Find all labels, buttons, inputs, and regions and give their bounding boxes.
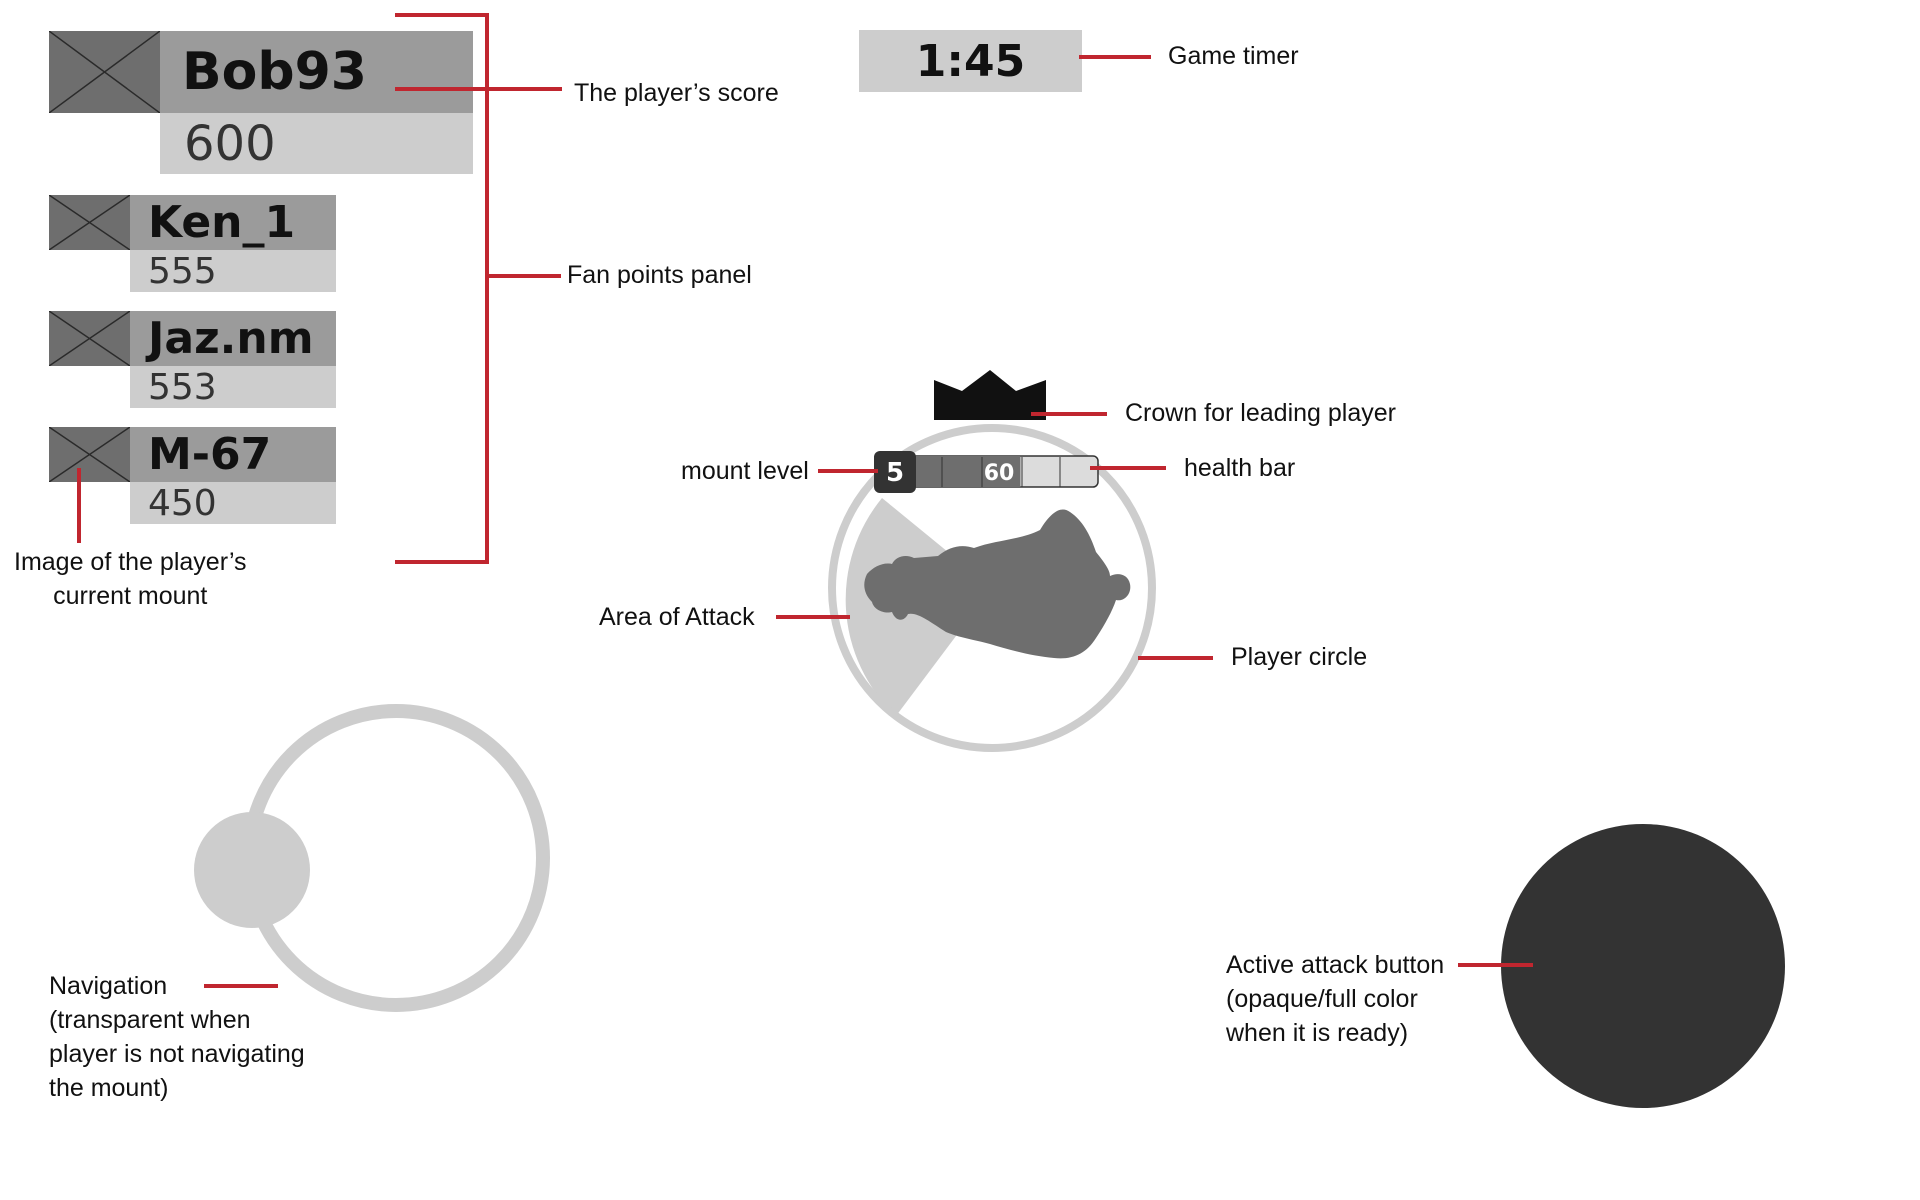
label-line: (transparent when <box>49 1006 251 1034</box>
label-line: Navigation <box>49 972 168 1000</box>
label-health-bar: health bar <box>1184 454 1296 482</box>
label-line: current mount <box>53 582 208 610</box>
label-area-of-attack: Area of Attack <box>599 603 755 631</box>
label-mount-level: mount level <box>681 457 809 485</box>
mount-level-value: 5 <box>886 458 904 488</box>
label-line: Image of the player’s <box>14 548 247 576</box>
label-attack-button: Active attack button (opaque/full color … <box>1226 948 1444 1050</box>
label-mount-image: Image of the player’s current mount <box>14 545 247 613</box>
navigation-thumb[interactable] <box>194 812 310 928</box>
label-navigation: Navigation (transparent when player is n… <box>49 969 305 1105</box>
health-value: 60 <box>984 461 1015 486</box>
label-line: (opaque/full color <box>1226 985 1418 1013</box>
fan-panel-bracket <box>395 13 489 564</box>
label-line: Active attack button <box>1226 951 1445 979</box>
label-player-score: The player’s score <box>574 79 779 107</box>
label-game-timer: Game timer <box>1168 42 1299 70</box>
label-fan-points-panel: Fan points panel <box>567 261 752 289</box>
label-line: the mount) <box>49 1074 169 1102</box>
label-player-circle: Player circle <box>1231 643 1368 671</box>
attack-button[interactable] <box>1501 824 1785 1108</box>
label-line: player is not navigating <box>49 1040 305 1068</box>
label-crown: Crown for leading player <box>1125 399 1396 427</box>
label-line: when it is ready) <box>1226 1019 1409 1047</box>
crown-icon <box>934 370 1046 420</box>
